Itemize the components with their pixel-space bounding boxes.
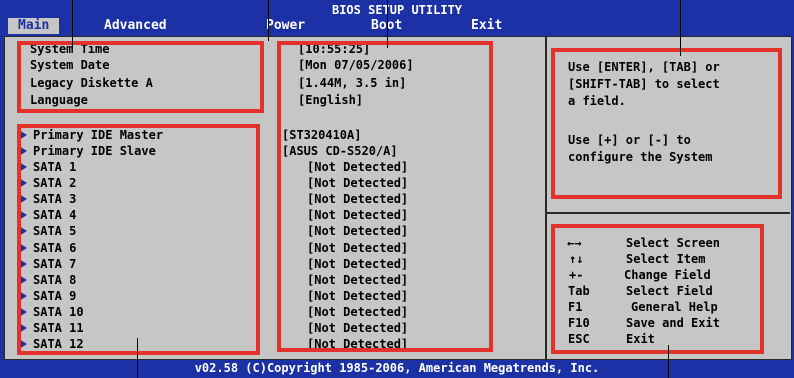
callout-line <box>387 0 388 48</box>
help-separator <box>547 212 790 214</box>
values-highlight <box>277 41 493 352</box>
callout-line <box>268 0 269 41</box>
callout-line <box>72 0 73 50</box>
callout-line <box>137 338 138 378</box>
copyright-footer: v02.58 (C)Copyright 1985-2006, American … <box>194 361 600 375</box>
device-menu-highlight <box>17 124 260 355</box>
tab-power[interactable]: Power <box>266 18 305 34</box>
bios-title: BIOS SETUP UTILITY <box>331 3 463 17</box>
tab-main[interactable]: Main <box>8 18 60 34</box>
tab-bar: Main Advanced Power Boot Exit <box>0 18 794 34</box>
help-divider <box>545 36 547 359</box>
tab-advanced[interactable]: Advanced <box>104 18 167 34</box>
keys-highlight <box>551 224 764 354</box>
tab-exit[interactable]: Exit <box>471 18 502 34</box>
callout-line <box>680 0 681 56</box>
system-settings-highlight <box>17 41 264 113</box>
help-highlight <box>551 48 782 199</box>
callout-line <box>668 345 669 378</box>
